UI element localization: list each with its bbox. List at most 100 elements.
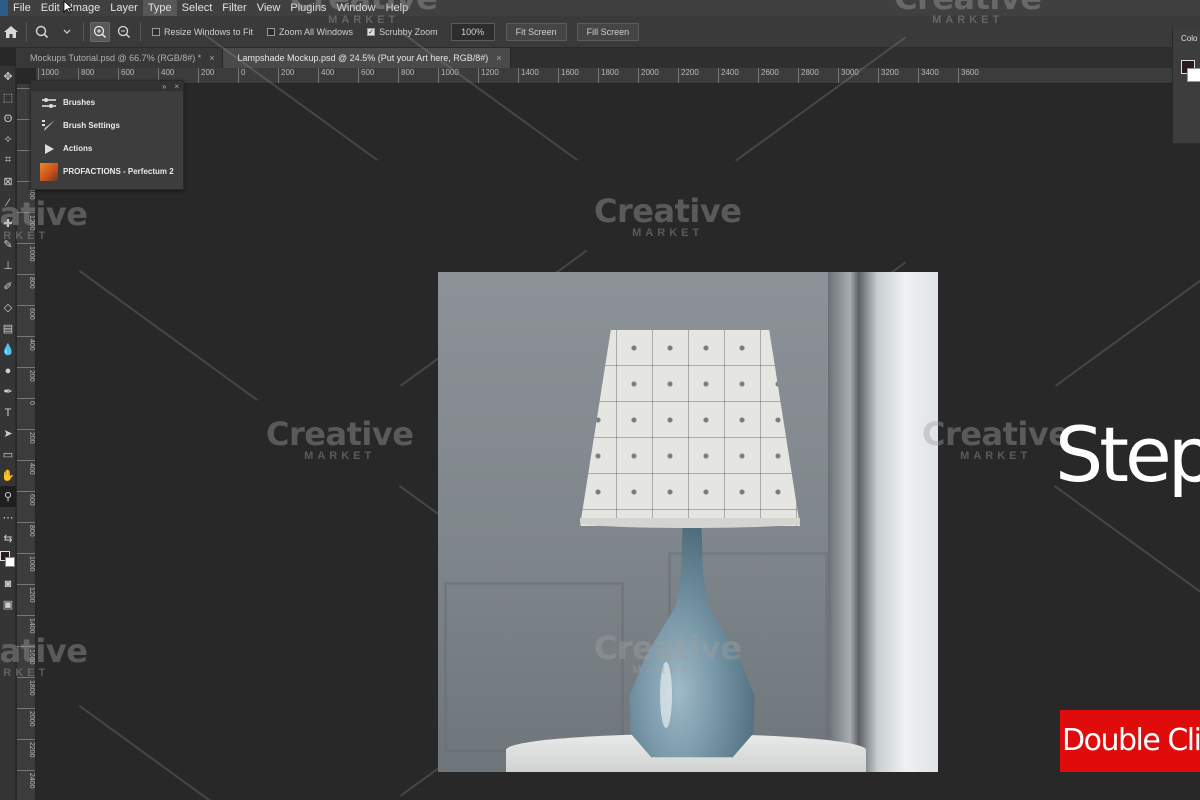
tab-label: Lampshade Mockup.psd @ 24.5% (Put your A… <box>237 53 489 63</box>
zoom-tool-preset-icon[interactable] <box>33 22 53 42</box>
watermark-logo: Creative MARKET <box>594 192 742 239</box>
ruler-tick-label: 0 <box>17 398 35 405</box>
ruler-tick-label: 400 <box>17 336 35 351</box>
ruler-tick-label: 1800 <box>598 68 619 83</box>
watermark-brand: Creative <box>594 192 742 230</box>
photoshop-logo-icon <box>0 0 8 16</box>
tab-lampshade-mockup[interactable]: Lampshade Mockup.psd @ 24.5% (Put your A… <box>223 48 511 68</box>
zoom-out-icon[interactable] <box>114 22 134 42</box>
zoom-tool-icon[interactable]: ⚲ <box>0 486 16 507</box>
ruler-tick-label: 800 <box>398 68 414 83</box>
watermark-brand: Creative <box>0 632 88 670</box>
menu-edit[interactable]: Edit <box>36 0 65 16</box>
hand-tool-icon[interactable]: ✋ <box>0 465 16 486</box>
gradient-tool-icon[interactable]: ▤ <box>0 318 16 339</box>
move-tool-icon[interactable]: ✥ <box>0 66 16 87</box>
lampshade-mockup-canvas[interactable] <box>438 272 938 772</box>
ruler-tick-label: 1200 <box>17 584 35 603</box>
resize-windows-label: Resize Windows to Fit <box>164 26 254 37</box>
watermark-logo: Creative MARKET <box>922 418 1070 462</box>
ruler-tick-label: 600 <box>17 491 35 506</box>
tab-mockups-tutorial[interactable]: Mockups Tutorial.psd @ 66.7% (RGB/8#) * … <box>16 48 224 68</box>
watermark-logo: Creative MARKET <box>266 415 414 462</box>
ruler-tick-label: 200 <box>17 367 35 382</box>
close-icon[interactable]: × <box>174 82 179 91</box>
watermark-logo: Creative MARKET <box>290 0 438 26</box>
close-icon[interactable]: × <box>209 48 214 68</box>
type-tool-icon[interactable]: T <box>0 402 16 423</box>
marquee-tool-icon[interactable]: ⬚ <box>0 87 16 108</box>
menu-type[interactable]: Type <box>142 0 177 16</box>
ruler-tick-label: 1200 <box>478 68 499 83</box>
checkmark-icon[interactable]: ✓ <box>367 27 376 36</box>
lasso-tool-icon[interactable]: ʘ <box>0 108 16 129</box>
checkbox-box[interactable] <box>152 27 160 36</box>
swap-colors-icon[interactable]: ⇆ <box>0 528 16 549</box>
fit-screen-button[interactable]: Fit Screen <box>505 22 567 41</box>
profactions-thumbnail <box>39 162 59 181</box>
rectangle-tool-icon[interactable]: ▭ <box>0 444 16 465</box>
watermark-brand: Creative <box>594 629 742 667</box>
screen-mode-icon[interactable]: ▣ <box>0 594 16 615</box>
menu-select[interactable]: Select <box>177 0 218 16</box>
ruler-tick-label: 3200 <box>878 68 899 83</box>
watermark-logo: Creative MARKET <box>594 629 742 676</box>
dodge-tool-icon[interactable]: ● <box>0 360 16 381</box>
crop-tool-icon[interactable]: ⌗ <box>0 150 16 171</box>
watermark-brand: Creative <box>266 415 414 453</box>
ruler-tick-label: 1400 <box>17 615 35 634</box>
chevron-down-icon[interactable] <box>57 22 77 42</box>
lampshade-rim <box>580 518 800 528</box>
window-frame <box>828 272 938 772</box>
quick-mask-icon[interactable]: ◙ <box>0 573 16 594</box>
tab-label: Mockups Tutorial.psd @ 66.7% (RGB/8#) * <box>30 53 202 63</box>
menu-layer[interactable]: Layer <box>105 0 143 16</box>
lampshade[interactable] <box>580 330 800 526</box>
panel-label: Brushes <box>63 98 96 107</box>
menu-view[interactable]: View <box>252 0 286 16</box>
panel-label: PROFACTIONS - Perfectum 2 <box>63 167 174 176</box>
dock-header[interactable]: » × <box>31 81 183 91</box>
background-color-swatch[interactable] <box>5 557 15 567</box>
home-icon[interactable] <box>0 16 22 48</box>
watermark-logo: Creative MARKET <box>894 0 1042 26</box>
actions-play-icon <box>39 143 59 155</box>
path-selection-tool-icon[interactable]: ➤ <box>0 423 16 444</box>
zoom-all-windows-checkbox[interactable]: Zoom All Windows <box>267 27 353 37</box>
ruler-tick-label: 1000 <box>17 243 35 262</box>
panel-profactions[interactable]: PROFACTIONS - Perfectum 2 <box>31 160 183 183</box>
collapse-icon[interactable]: » <box>162 82 166 91</box>
watermark-line <box>78 705 258 800</box>
watermark-brand: Creative <box>290 0 438 14</box>
ruler-vertical[interactable]: 2000180016001400120010008006004002000200… <box>17 84 36 800</box>
magic-wand-tool-icon[interactable]: ✧ <box>0 129 16 150</box>
blur-tool-icon[interactable]: 💧 <box>0 339 16 360</box>
panel-brushes[interactable]: Brushes <box>31 91 183 114</box>
color-swatches[interactable] <box>0 549 16 573</box>
zoom-in-icon[interactable] <box>90 21 110 42</box>
pen-tool-icon[interactable]: ✒ <box>0 381 16 402</box>
more-tools-icon[interactable]: ⋯ <box>0 507 16 528</box>
menu-file[interactable]: File <box>8 0 36 16</box>
zoom-percent-field[interactable]: 100% <box>450 22 495 41</box>
eraser-tool-icon[interactable]: ◇ <box>0 297 16 318</box>
ruler-tick-label: 2400 <box>17 770 35 789</box>
ruler-tick-label: 2000 <box>17 708 35 727</box>
watermark-line <box>78 270 258 401</box>
clone-stamp-tool-icon[interactable]: ⊥ <box>0 255 16 276</box>
history-brush-tool-icon[interactable]: ✐ <box>0 276 16 297</box>
ruler-tick-label: 800 <box>17 274 35 289</box>
ruler-tick-label: 3400 <box>918 68 939 83</box>
checkbox-box[interactable] <box>267 27 276 36</box>
color-panel: Colo <box>1172 28 1200 144</box>
ruler-tick-label: 1000 <box>17 553 35 572</box>
frame-tool-icon[interactable]: ⊠ <box>0 171 16 192</box>
fill-screen-button[interactable]: Fill Screen <box>576 22 640 41</box>
panel-brush-settings[interactable]: Brush Settings <box>31 114 183 137</box>
brush-settings-icon <box>39 119 59 133</box>
menu-filter[interactable]: Filter <box>217 0 251 16</box>
panel-actions[interactable]: Actions <box>31 137 183 160</box>
color-panel-background-swatch[interactable] <box>1187 68 1200 82</box>
close-icon[interactable]: × <box>496 48 501 68</box>
ruler-horizontal[interactable]: 1000 800 600 400 200 0 200 400 600 800 1000 1200 140… <box>36 68 1172 84</box>
